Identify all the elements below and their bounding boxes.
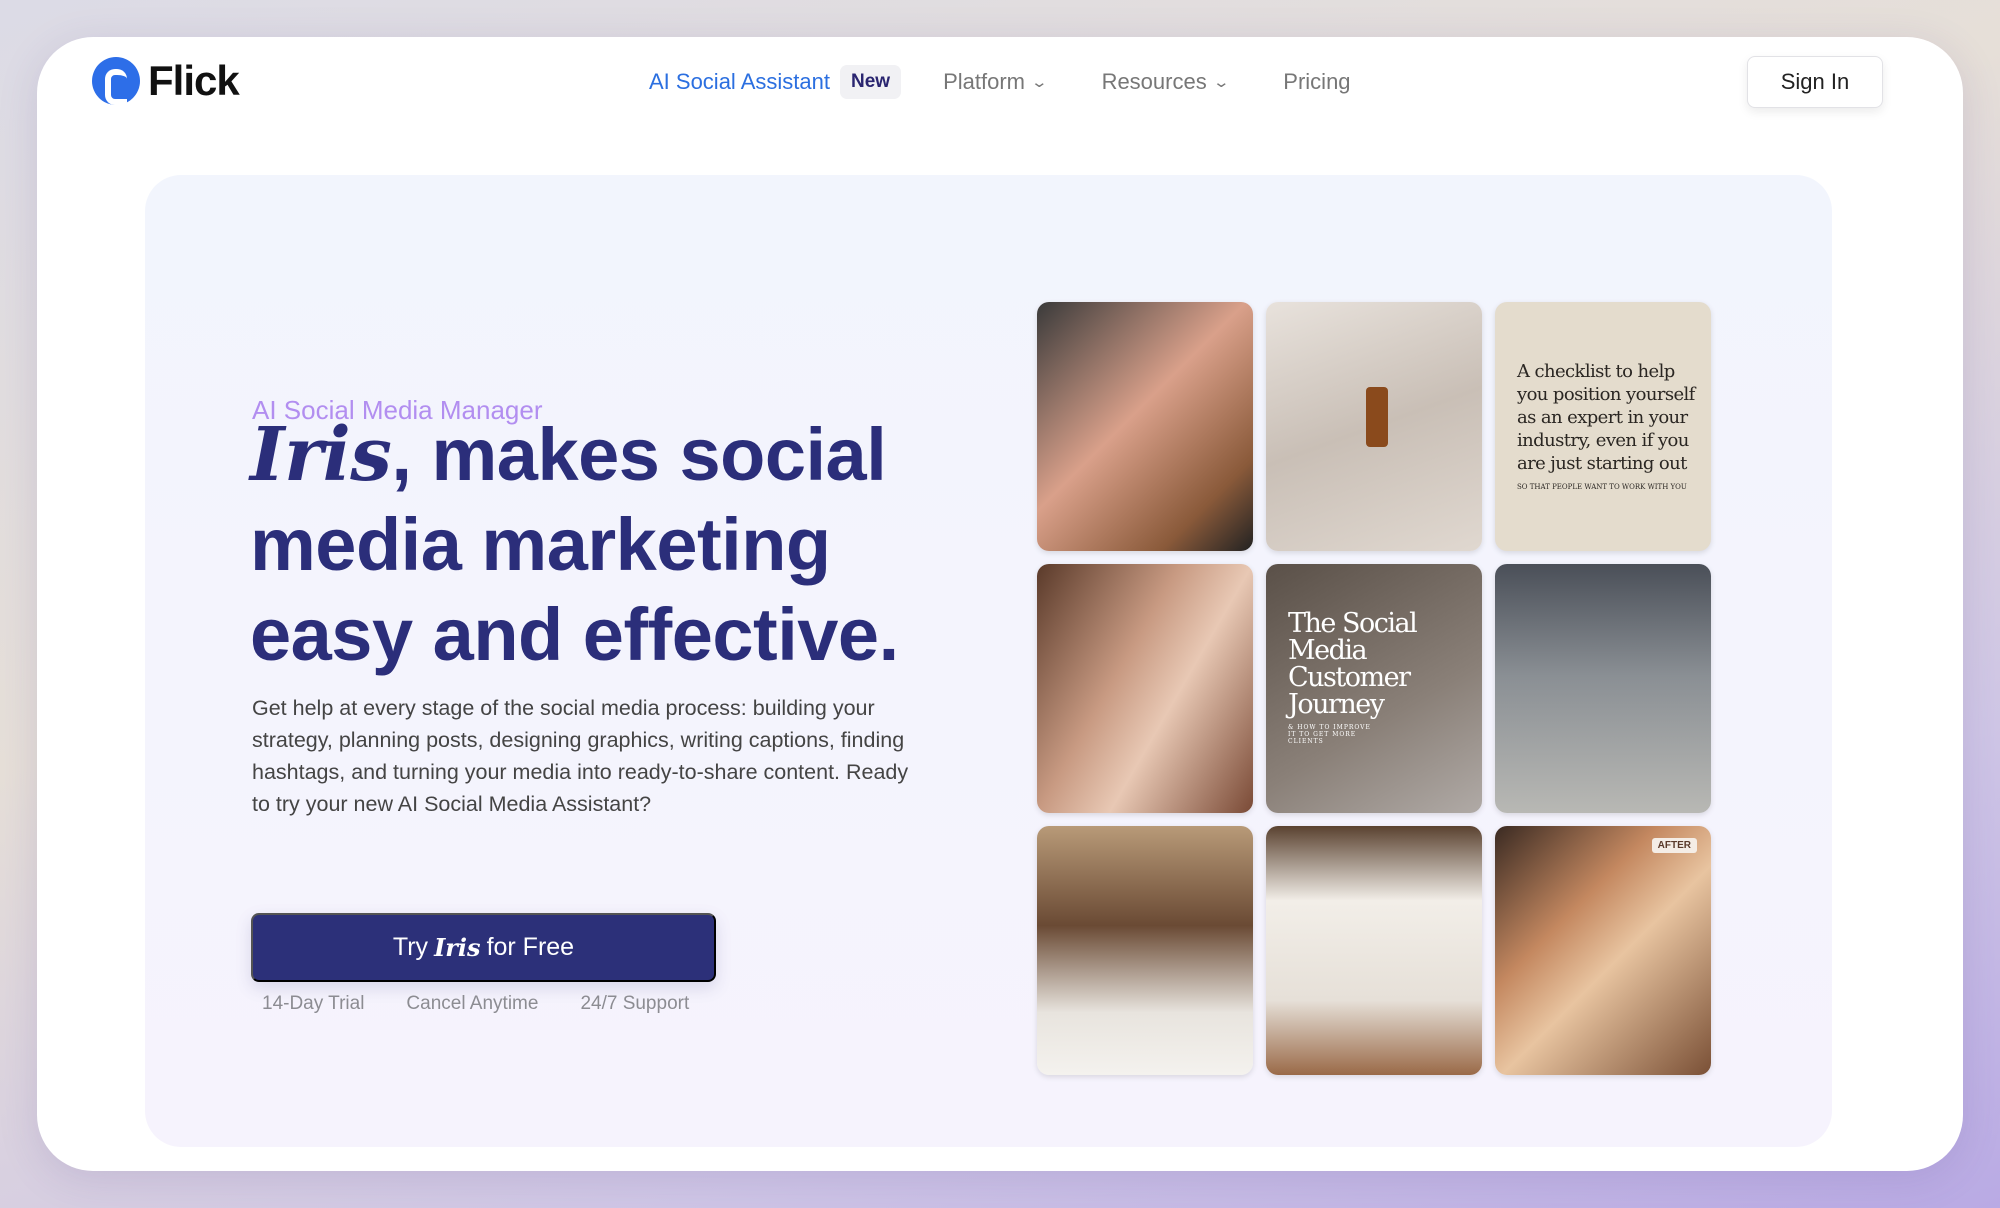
interior-living-room-photo <box>1266 826 1482 1075</box>
barista-photo <box>1037 302 1253 551</box>
customer-journey-graphic: The Social Media Customer Journey & HOW … <box>1266 564 1482 813</box>
sign-in-button[interactable]: Sign In <box>1747 56 1883 108</box>
nav-resources[interactable]: Resources ⌄ <box>1101 69 1230 95</box>
chevron-down-icon: ⌄ <box>1030 74 1049 91</box>
brand-logo[interactable]: Flick <box>92 57 240 105</box>
try-iris-button[interactable]: Try Iris for Free <box>251 913 716 982</box>
hero-section: AI Social Media Manager Iris, makes soci… <box>145 175 1832 1147</box>
browser-window: Flick AI Social Assistant New Platform ⌄ … <box>37 37 1963 1171</box>
man-stretching-photo <box>1495 564 1711 813</box>
new-badge: New <box>839 65 902 99</box>
cta-pre: Try <box>392 933 429 961</box>
note-trial: 14-Day Trial <box>262 993 365 1014</box>
checklist-title: A checklist to help you position yoursel… <box>1517 361 1695 474</box>
serum-bottle-photo <box>1266 302 1482 551</box>
example-gallery: A checklist to help you position yoursel… <box>1037 302 1711 1075</box>
brand-name: Flick <box>148 57 240 104</box>
flick-logo-icon <box>92 57 140 105</box>
cta-notes: 14-Day Trial Cancel Anytime 24/7 Support <box>262 993 689 1015</box>
before-after-illustration: AFTER <box>1495 826 1711 1075</box>
after-label: AFTER <box>1651 838 1697 853</box>
nav-ai-social-assistant[interactable]: AI Social Assistant <box>649 69 830 95</box>
main-nav: AI Social Assistant New Platform ⌄ Resour… <box>649 65 1407 99</box>
nav-resources-label: Resources <box>1101 69 1207 94</box>
woman-reading-photo <box>1037 826 1253 1075</box>
checklist-graphic: A checklist to help you position yoursel… <box>1495 302 1711 551</box>
cta-post: for Free <box>486 933 575 961</box>
nav-pricing[interactable]: Pricing <box>1283 69 1350 95</box>
hero-headline: Iris, makes social media marketing easy … <box>250 410 970 680</box>
nav-platform[interactable]: Platform ⌄ <box>943 69 1049 95</box>
cta-iris: Iris <box>434 933 481 962</box>
headline-iris: Iris <box>250 412 392 498</box>
lash-extension-photo <box>1037 564 1253 813</box>
note-cancel: Cancel Anytime <box>406 993 539 1014</box>
journey-subtitle: & HOW TO IMPROVE IT TO GET MORE CLIENTS <box>1288 724 1371 745</box>
nav-platform-label: Platform <box>943 69 1025 94</box>
note-support: 24/7 Support <box>580 993 690 1014</box>
hero-description: Get help at every stage of the social me… <box>252 696 909 816</box>
checklist-subtitle: SO THAT PEOPLE WANT TO WORK WITH YOU <box>1517 483 1687 491</box>
chevron-down-icon: ⌄ <box>1212 74 1230 91</box>
journey-title: The Social Media Customer Journey <box>1288 608 1418 720</box>
